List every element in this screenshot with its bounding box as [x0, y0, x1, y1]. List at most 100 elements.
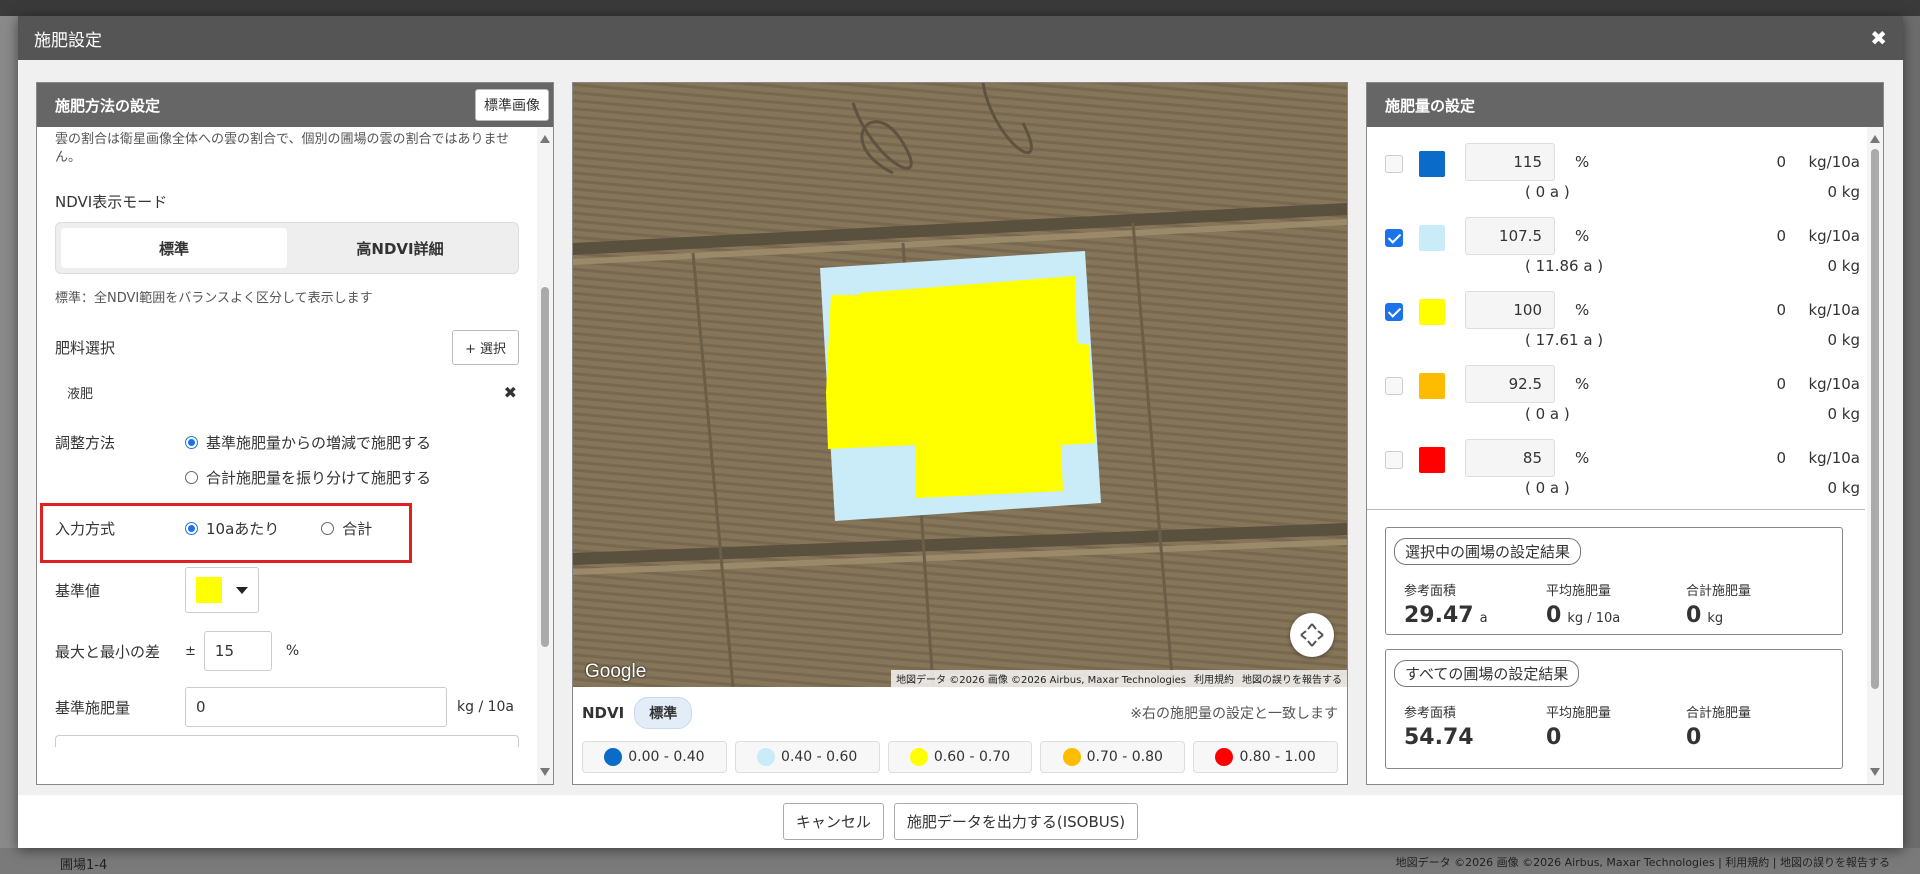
modal-header: 施肥設定 ✖	[18, 16, 1903, 60]
google-logo: Google	[585, 661, 647, 682]
method-panel-body[interactable]: 雲の割合は衛星画像全体への雲の割合で、個別の圃場の雲の割合ではありません。 ND…	[37, 127, 537, 784]
rate-area: ( 0 a )	[1525, 479, 1570, 497]
rate-row: 92.5% ( 0 a ) 0 kg/10a 0 kg	[1385, 359, 1860, 433]
standard-image-button[interactable]: 標準画像	[475, 89, 549, 121]
scroll-up-icon[interactable]	[540, 135, 550, 143]
radio-icon[interactable]	[185, 471, 198, 484]
rate-unit: kg/10a	[1808, 301, 1860, 319]
cloud-note: 雲の割合は衛星画像全体への雲の割合で、個別の圃場の雲の割合ではありません。	[55, 132, 510, 165]
rate-percent-input[interactable]: 100	[1465, 291, 1555, 329]
diff-input[interactable]: 15	[203, 631, 272, 671]
modal-body: 施肥方法の設定 標準画像 雲の割合は衛星画像全体への雲の割合で、個別の圃場の雲の…	[18, 60, 1903, 795]
fertilizer-label: 肥料選択	[55, 339, 116, 357]
ndvi-mode-high-detail[interactable]: 高NDVI詳細	[287, 228, 513, 268]
rate-percent-unit: %	[1575, 375, 1590, 393]
rate-panel-header: 施肥量の設定	[1367, 83, 1883, 127]
rate-area: ( 11.86 a )	[1525, 257, 1604, 275]
legend-chip: 0.70 - 0.80	[1040, 741, 1186, 773]
scroll-thumb[interactable]	[541, 287, 549, 647]
match-note: ※右の施肥量の設定と一致します	[1130, 706, 1338, 722]
report-link[interactable]: 地図の誤りを報告する	[1242, 671, 1342, 686]
legend-range: 0.60 - 0.70	[933, 749, 1011, 765]
close-icon[interactable]: ✖	[1870, 26, 1887, 50]
stat-value: 54.74	[1404, 725, 1474, 750]
rate-percent-unit: %	[1575, 153, 1590, 171]
legend-range: 0.40 - 0.60	[781, 749, 858, 765]
ndvi-legend-bar: NDVI 標準 ※右の施肥量の設定と一致します 0.00 - 0.40 0.40…	[573, 687, 1347, 784]
rate-checkbox[interactable]	[1385, 229, 1403, 247]
legend-dot	[909, 748, 928, 766]
all-total-stat: 合計施肥量 0	[1686, 702, 1751, 750]
base-rate-input[interactable]: 0	[185, 687, 447, 727]
rate-panel-body[interactable]: 115% ( 0 a ) 0 kg/10a 0 kg 107.5% ( 11.86 a ) 0…	[1367, 127, 1865, 784]
rate-checkbox[interactable]	[1385, 155, 1403, 173]
all-result-title: すべての圃場の設定結果	[1394, 660, 1580, 687]
left-scrollbar[interactable]	[537, 127, 553, 784]
rate-percent-input[interactable]: 115	[1465, 143, 1555, 181]
scroll-down-icon[interactable]	[540, 768, 550, 776]
terms-link[interactable]: 利用規約	[1194, 671, 1234, 686]
method-panel-header: 施肥方法の設定 標準画像	[37, 83, 553, 127]
rate-percent-input[interactable]: 107.5	[1465, 217, 1555, 255]
rate-color-swatch	[1419, 151, 1445, 177]
selected-total-stat: 合計施肥量 0 kg	[1686, 580, 1751, 628]
legend-dot	[757, 748, 776, 766]
scroll-down-icon[interactable]	[1870, 768, 1880, 776]
satellite-map[interactable]: Google 地図データ ©2026 画像 ©2026 Airbus, Maxa…	[573, 83, 1347, 687]
rate-checkbox[interactable]	[1385, 377, 1403, 395]
rate-kg: 0 kg	[1827, 405, 1860, 423]
legend-dot	[1062, 748, 1081, 766]
rate-color-swatch	[1419, 225, 1445, 251]
modal-footer: キャンセル 施肥データを出力する(ISOBUS)	[18, 795, 1903, 848]
rate-checkbox[interactable]	[1385, 451, 1403, 469]
recenter-button[interactable]	[1290, 613, 1334, 657]
right-scrollbar[interactable]	[1867, 127, 1883, 784]
select-fertilizer-button[interactable]: + 選択	[451, 330, 519, 365]
radio-icon[interactable]	[185, 436, 198, 449]
adjust-option-label: 合計施肥量を振り分けて施肥する	[206, 469, 432, 487]
ndvi-legend: 0.00 - 0.40 0.40 - 0.60 0.60 - 0.70 0.70…	[573, 741, 1347, 773]
legend-chip: 0.60 - 0.70	[887, 741, 1033, 773]
diff-prefix: ±	[185, 643, 196, 659]
all-area-stat: 参考面積 54.74	[1404, 702, 1474, 750]
adjust-option-label: 基準施肥量からの増減で施肥する	[206, 434, 432, 452]
rate-panel-title: 施肥量の設定	[1385, 96, 1476, 115]
stat-label: 参考面積	[1404, 584, 1457, 599]
rate-row: 100% ( 17.61 a ) 0 kg/10a 0 kg	[1385, 285, 1860, 359]
background-field-label: 圃場1-4	[60, 858, 108, 873]
rate-settings-panel: 施肥量の設定 115% ( 0 a ) 0 kg/10a 0 kg 107.5% ( 11.…	[1366, 82, 1884, 785]
rate-percent-input[interactable]: 85	[1465, 439, 1555, 477]
ndvi-label: NDVI	[582, 704, 625, 722]
rate-checkbox[interactable]	[1385, 303, 1403, 321]
selected-area-stat: 参考面積 29.47 a	[1404, 580, 1488, 628]
scroll-thumb[interactable]	[1871, 149, 1879, 689]
export-isobus-button[interactable]: 施肥データを出力する(ISOBUS)	[893, 803, 1139, 840]
legend-range: 0.70 - 0.80	[1086, 749, 1163, 765]
adjust-option-increase[interactable]: 基準施肥量からの増減で施肥する	[185, 432, 431, 453]
base-value-color-select[interactable]	[185, 567, 259, 613]
legend-range: 0.00 - 0.40	[628, 749, 705, 765]
rate-value: 0	[1776, 301, 1786, 319]
rate-unit: kg/10a	[1808, 227, 1860, 245]
rate-percent-input[interactable]: 92.5	[1465, 365, 1555, 403]
stat-label: 合計施肥量	[1686, 706, 1752, 721]
scroll-up-icon[interactable]	[1870, 135, 1880, 143]
stat-label: 平均施肥量	[1546, 584, 1612, 599]
stat-label: 合計施肥量	[1686, 584, 1752, 599]
all-result-box: すべての圃場の設定結果 参考面積 54.74 平均施肥量 0 合計施肥量 0	[1385, 649, 1843, 769]
rate-color-swatch	[1419, 447, 1445, 473]
input-method-highlight	[40, 503, 412, 563]
stat-value: 29.47	[1404, 603, 1474, 628]
ndvi-mode-note: 標準：全NDVI範囲をバランスよく区分して表示します	[55, 291, 373, 306]
rate-kg: 0 kg	[1827, 479, 1860, 497]
rate-percent-unit: %	[1575, 449, 1590, 467]
ndvi-mode-standard[interactable]: 標準	[61, 228, 287, 268]
stat-value: 0	[1686, 603, 1702, 628]
fertilizer-settings-modal: 施肥設定 ✖ 施肥方法の設定 標準画像 雲の割合は衛星画像全体への雲の割合で、個…	[18, 16, 1903, 848]
adjust-method-label: 調整方法	[55, 434, 116, 452]
stat-unit: kg	[1707, 611, 1724, 626]
ndvi-mode-toggle: 標準 高NDVI詳細	[55, 222, 519, 274]
remove-fertilizer-icon[interactable]: ✖	[504, 383, 517, 402]
cancel-button[interactable]: キャンセル	[782, 803, 884, 840]
adjust-option-distribute[interactable]: 合計施肥量を振り分けて施肥する	[185, 467, 431, 488]
